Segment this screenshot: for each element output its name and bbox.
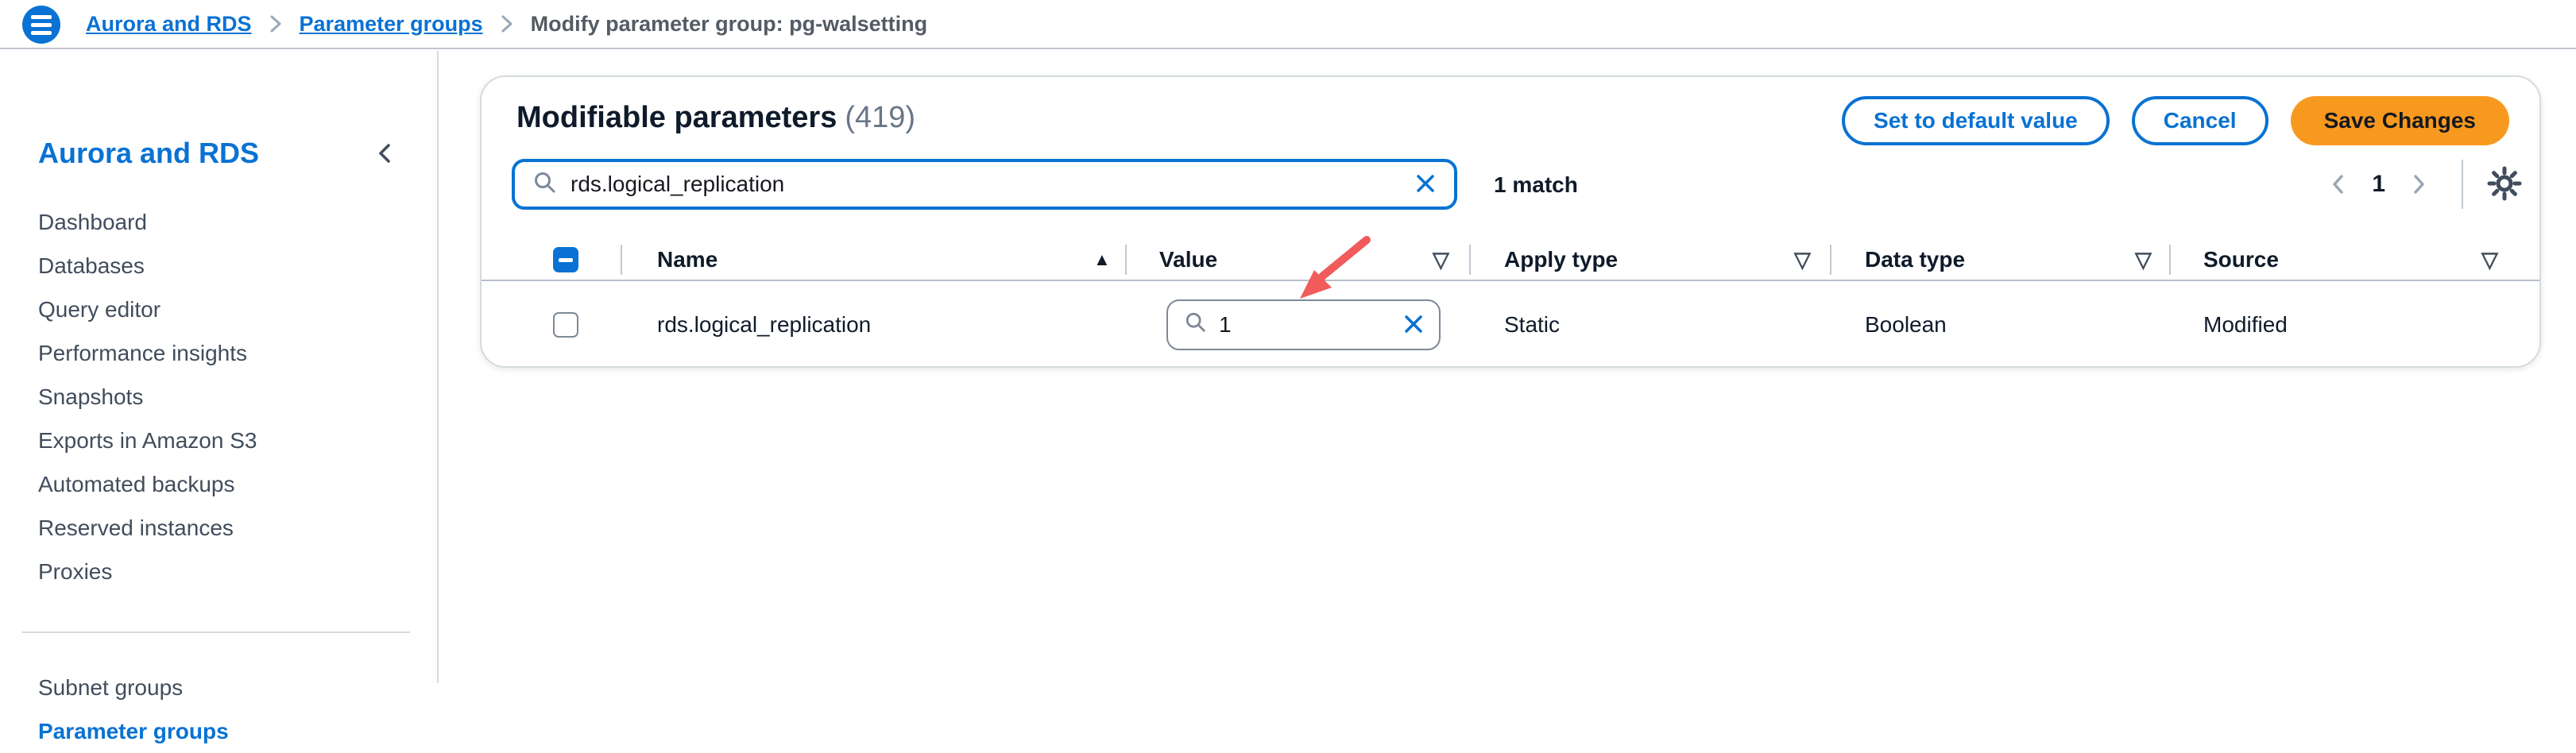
sidebar-nav-secondary: Subnet groups Parameter groups bbox=[0, 666, 437, 753]
parameter-count: (419) bbox=[845, 101, 916, 134]
search-icon bbox=[532, 170, 558, 199]
row-checkbox[interactable] bbox=[553, 281, 578, 369]
source-cell: Modified bbox=[2203, 312, 2288, 337]
side-navigation: Aurora and RDS Dashboard Databases Query… bbox=[0, 51, 439, 743]
panel-actions: Set to default value Cancel Save Changes bbox=[1842, 96, 2509, 145]
select-all-checkbox[interactable] bbox=[553, 240, 578, 280]
sidebar-item-automated-backups[interactable]: Automated backups bbox=[0, 462, 437, 506]
sidebar-item-reserved-instances[interactable]: Reserved instances bbox=[0, 506, 437, 550]
clear-value-icon[interactable] bbox=[1399, 311, 1428, 339]
filter-icon[interactable]: ▽ bbox=[1433, 240, 1449, 280]
sidebar-nav-primary: Dashboard Databases Query editor Perform… bbox=[0, 200, 437, 593]
previous-page-icon[interactable] bbox=[2321, 167, 2356, 202]
sidebar-item-subnet-groups[interactable]: Subnet groups bbox=[0, 666, 437, 709]
sidebar-item-query-editor[interactable]: Query editor bbox=[0, 288, 437, 331]
gear-icon[interactable] bbox=[2485, 165, 2524, 203]
breadcrumb-link-parameter-groups[interactable]: Parameter groups bbox=[300, 12, 483, 37]
pagination: 1 bbox=[2321, 159, 2524, 210]
checkbox-unchecked-icon[interactable] bbox=[553, 312, 578, 338]
apply-type-cell: Static bbox=[1504, 312, 1561, 337]
sidebar-item-parameter-groups[interactable]: Parameter groups bbox=[0, 709, 437, 753]
parameter-name-cell: rds.logical_replication bbox=[657, 312, 872, 337]
column-header-data-type[interactable]: Data type bbox=[1865, 240, 1965, 280]
sidebar-item-snapshots[interactable]: Snapshots bbox=[0, 375, 437, 419]
modifiable-parameters-panel: Modifiable parameters (419) Set to defaul… bbox=[480, 75, 2541, 368]
column-header-apply-type[interactable]: Apply type bbox=[1504, 240, 1618, 280]
indeterminate-checkbox-icon[interactable] bbox=[553, 247, 578, 272]
column-header-value[interactable]: Value bbox=[1159, 240, 1217, 280]
hamburger-menu-icon[interactable] bbox=[22, 6, 60, 44]
cancel-button[interactable]: Cancel bbox=[2131, 96, 2269, 145]
filter-input[interactable] bbox=[571, 172, 1411, 197]
breadcrumb-separator-icon bbox=[268, 12, 284, 36]
table-row: rds.logical_replication Static Boolean M… bbox=[482, 281, 2539, 369]
parameter-value-input[interactable] bbox=[1219, 312, 1306, 338]
filter-icon[interactable]: ▽ bbox=[1794, 240, 1811, 280]
sort-ascending-icon[interactable]: ▲ bbox=[1093, 240, 1111, 280]
next-page-icon[interactable] bbox=[2401, 167, 2436, 202]
sidebar-item-dashboard[interactable]: Dashboard bbox=[0, 200, 437, 244]
filter-icon[interactable]: ▽ bbox=[2135, 240, 2152, 280]
parameter-filter-field[interactable] bbox=[512, 159, 1457, 210]
collapse-sidebar-icon[interactable] bbox=[372, 140, 399, 167]
top-navigation-bar: Aurora and RDS Parameter groups Modify p… bbox=[0, 0, 2576, 49]
table-header-row: Name ▲ Value ▽ Apply type ▽ Data type ▽ … bbox=[482, 240, 2539, 281]
breadcrumb-separator-icon bbox=[499, 12, 515, 36]
breadcrumb-current-page: Modify parameter group: pg-walsetting bbox=[530, 11, 928, 36]
sidebar-divider bbox=[22, 631, 410, 633]
sidebar-item-performance-insights[interactable]: Performance insights bbox=[0, 331, 437, 375]
sidebar-title-aurora-rds[interactable]: Aurora and RDS bbox=[38, 137, 259, 170]
set-to-default-value-button[interactable]: Set to default value bbox=[1842, 96, 2110, 145]
column-header-source[interactable]: Source bbox=[2203, 240, 2279, 280]
breadcrumb: Aurora and RDS Parameter groups Modify p… bbox=[86, 0, 927, 48]
data-type-cell: Boolean bbox=[1865, 312, 1947, 337]
sidebar-item-exports-s3[interactable]: Exports in Amazon S3 bbox=[0, 419, 437, 462]
filter-icon[interactable]: ▽ bbox=[2481, 240, 2498, 280]
panel-title: Modifiable parameters (419) bbox=[516, 101, 915, 135]
column-header-name[interactable]: Name bbox=[657, 240, 717, 280]
clear-filter-icon[interactable] bbox=[1411, 170, 1440, 199]
search-icon bbox=[1184, 311, 1208, 340]
parameter-value-editor[interactable] bbox=[1166, 299, 1441, 350]
breadcrumb-link-aurora-rds[interactable]: Aurora and RDS bbox=[86, 12, 252, 37]
match-count-label: 1 match bbox=[1494, 172, 1578, 197]
current-page-number[interactable]: 1 bbox=[2372, 171, 2385, 198]
save-changes-button[interactable]: Save Changes bbox=[2290, 96, 2509, 145]
panel-title-text: Modifiable parameters bbox=[516, 101, 837, 134]
sidebar-item-proxies[interactable]: Proxies bbox=[0, 550, 437, 593]
pagination-divider bbox=[2462, 160, 2463, 209]
sidebar-item-databases[interactable]: Databases bbox=[0, 244, 437, 288]
